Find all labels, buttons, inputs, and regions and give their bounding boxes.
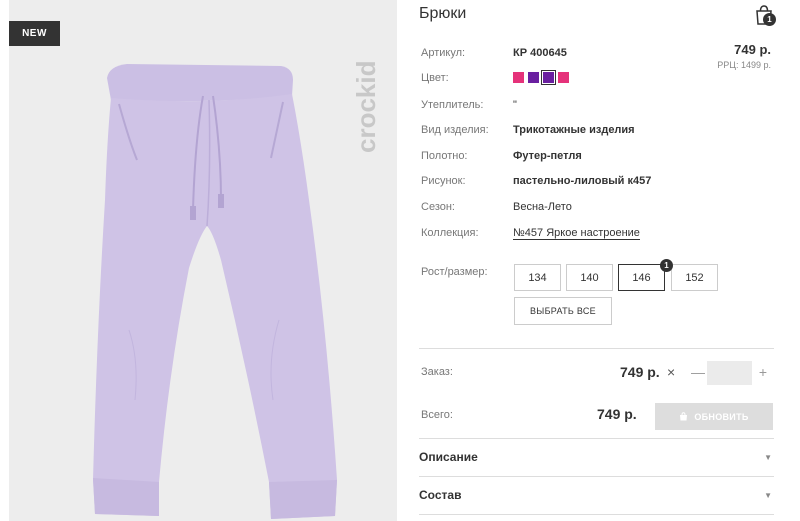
order-label: Заказ: bbox=[421, 366, 453, 378]
product-image[interactable]: NEW crockid bbox=[9, 0, 397, 521]
accordion-description[interactable]: Описание ▼ bbox=[419, 440, 774, 476]
update-button-label: ОБНОВИТЬ bbox=[694, 411, 749, 422]
color-swatch[interactable] bbox=[513, 72, 524, 83]
field-label: Вид изделия: bbox=[421, 124, 489, 136]
divider bbox=[419, 476, 774, 477]
field-label: Коллекция: bbox=[421, 227, 479, 239]
color-swatches bbox=[513, 70, 569, 85]
field-label: Полотно: bbox=[421, 150, 468, 162]
product-title: Брюки bbox=[419, 5, 467, 22]
field-label: Сезон: bbox=[421, 201, 455, 213]
size-option-152[interactable]: 152 bbox=[671, 264, 718, 291]
size-option-146[interactable]: 146 bbox=[618, 264, 665, 291]
product-info-panel: Брюки 1 749 р. РРЦ: 1499 р. Артикул: КР … bbox=[419, 0, 781, 521]
divider bbox=[419, 348, 774, 349]
divider bbox=[419, 514, 774, 515]
color-swatch[interactable] bbox=[558, 72, 569, 83]
field-value: КР 400645 bbox=[513, 47, 567, 59]
svg-text:crockid: crockid bbox=[351, 61, 381, 154]
brand-logo: crockid bbox=[351, 61, 381, 154]
field-value: " bbox=[513, 99, 517, 111]
quantity-input[interactable] bbox=[707, 361, 752, 385]
select-all-button[interactable]: ВЫБРАТЬ ВСЕ bbox=[514, 297, 612, 325]
update-button[interactable]: ОБНОВИТЬ bbox=[655, 403, 773, 430]
accordion-composition[interactable]: Состав ▼ bbox=[419, 478, 774, 514]
accordion-title: Описание bbox=[419, 450, 478, 464]
times-icon: × bbox=[667, 364, 676, 380]
field-value: Трикотажные изделия bbox=[513, 124, 635, 136]
field-value: Весна-Лето bbox=[513, 201, 572, 213]
size-option-140[interactable]: 140 bbox=[566, 264, 613, 291]
total-price: 749 р. bbox=[597, 406, 637, 422]
increment-button[interactable]: + bbox=[756, 362, 770, 382]
color-swatch[interactable] bbox=[528, 72, 539, 83]
product-price: 749 р. bbox=[734, 42, 771, 57]
order-price: 749 р. bbox=[620, 364, 660, 380]
cart-count-badge: 1 bbox=[763, 13, 776, 26]
decrement-button[interactable]: — bbox=[691, 362, 705, 382]
total-label: Всего: bbox=[421, 409, 453, 421]
field-label: Артикул: bbox=[421, 47, 466, 59]
pants-image bbox=[93, 64, 337, 519]
field-label: Цвет: bbox=[421, 72, 449, 84]
divider bbox=[419, 438, 774, 439]
chevron-down-icon: ▼ bbox=[764, 453, 772, 462]
field-value: Футер-петля bbox=[513, 150, 582, 162]
size-option-134[interactable]: 134 bbox=[514, 264, 561, 291]
field-label: Рисунок: bbox=[421, 175, 466, 187]
collection-link[interactable]: №457 Яркое настроение bbox=[513, 227, 640, 240]
size-label: Рост/размер: bbox=[421, 266, 488, 278]
chevron-down-icon: ▼ bbox=[764, 491, 772, 500]
field-label: Утеплитель: bbox=[421, 99, 484, 111]
accordion-title: Состав bbox=[419, 488, 462, 502]
new-badge: NEW bbox=[9, 21, 60, 46]
size-count-badge: 1 bbox=[660, 259, 673, 272]
cart-small-icon bbox=[680, 412, 688, 421]
rrp-price: РРЦ: 1499 р. bbox=[717, 60, 771, 70]
field-value: пастельно-лиловый к457 bbox=[513, 175, 652, 187]
color-swatch-selected[interactable] bbox=[541, 70, 556, 85]
